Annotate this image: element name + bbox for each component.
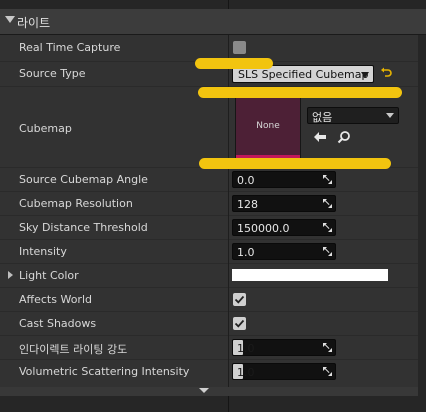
input-value: 128 <box>237 198 258 211</box>
input-value: 1.0 <box>237 366 255 379</box>
highlight-mark <box>199 158 391 169</box>
input-value: 150000.0 <box>237 222 290 235</box>
sky-distance-threshold-input[interactable]: 150000.0 <box>232 219 336 236</box>
highlight-mark <box>195 58 273 69</box>
property-label: Affects World <box>19 293 92 306</box>
property-label: 인다이렉트 라이팅 강도 <box>19 343 128 356</box>
property-label: Cubemap <box>19 122 72 135</box>
real-time-capture-checkbox[interactable] <box>233 41 246 54</box>
row-intensity: Intensity 1.0 <box>0 239 418 264</box>
top-strip <box>0 0 426 9</box>
category-header[interactable]: 라이트 <box>0 9 426 35</box>
row-sky-distance-threshold: Sky Distance Threshold 150000.0 <box>0 215 418 240</box>
row-source-cubemap-angle: Source Cubemap Angle 0.0 <box>0 167 418 192</box>
input-value: 1.0 <box>237 246 255 259</box>
affects-world-checkbox[interactable] <box>233 293 246 306</box>
highlight-mark <box>198 87 402 98</box>
indirect-lighting-intensity-slider[interactable]: 1.0 <box>232 339 336 356</box>
cubemap-resolution-input[interactable]: 128 <box>232 195 336 212</box>
collapse-arrow-icon[interactable] <box>5 16 15 23</box>
check-icon <box>234 319 245 328</box>
chevron-down-icon <box>361 72 369 78</box>
chevron-down-icon <box>386 113 394 118</box>
input-value: 1.0 <box>237 342 255 355</box>
panel-footer <box>0 387 426 412</box>
property-label: Source Type <box>19 67 86 80</box>
category-title: 라이트 <box>17 16 51 30</box>
source-cubemap-angle-input[interactable]: 0.0 <box>232 171 336 188</box>
property-label: Intensity <box>19 245 67 258</box>
property-label: Cubemap Resolution <box>19 197 133 210</box>
check-icon <box>234 295 245 304</box>
row-real-time-capture: Real Time Capture <box>0 36 418 60</box>
row-volumetric-scattering-intensity: Volumetric Scattering Intensity 1.0 <box>0 359 418 384</box>
search-icon[interactable] <box>337 130 351 144</box>
row-cubemap: Cubemap <box>0 86 418 169</box>
dropdown-value: 없음 <box>312 111 333 124</box>
cubemap-thumbnail[interactable]: None <box>235 97 301 159</box>
property-label: Volumetric Scattering Intensity <box>19 365 190 378</box>
intensity-input[interactable]: 1.0 <box>232 243 336 260</box>
input-value: 0.0 <box>237 174 255 187</box>
cubemap-asset-dropdown[interactable]: 없음 <box>307 107 399 124</box>
advanced-expander[interactable] <box>0 387 418 396</box>
property-label: Sky Distance Threshold <box>19 221 148 234</box>
property-label: Cast Shadows <box>19 317 97 330</box>
row-light-color: Light Color <box>0 263 418 288</box>
light-color-swatch[interactable] <box>232 269 388 281</box>
property-label: Light Color <box>19 269 79 282</box>
reset-arrow-icon[interactable] <box>380 66 392 80</box>
scrollbar-track[interactable] <box>418 35 426 387</box>
expand-advanced-icon[interactable] <box>199 388 209 393</box>
row-affects-world: Affects World <box>0 287 418 312</box>
cast-shadows-checkbox[interactable] <box>233 317 246 330</box>
row-cubemap-resolution: Cubemap Resolution 128 <box>0 191 418 216</box>
row-cast-shadows: Cast Shadows <box>0 311 418 336</box>
property-label: Real Time Capture <box>19 41 121 54</box>
property-label: Source Cubemap Angle <box>19 173 148 186</box>
dropdown-value: SLS Specified Cubemap <box>238 68 369 81</box>
volumetric-scattering-intensity-slider[interactable]: 1.0 <box>232 363 336 380</box>
expand-arrow-icon[interactable] <box>8 271 13 279</box>
row-indirect-lighting-intensity: 인다이렉트 라이팅 강도 1.0 <box>0 335 418 360</box>
back-arrow-icon[interactable] <box>313 131 327 143</box>
thumbnail-label: None <box>256 121 280 131</box>
